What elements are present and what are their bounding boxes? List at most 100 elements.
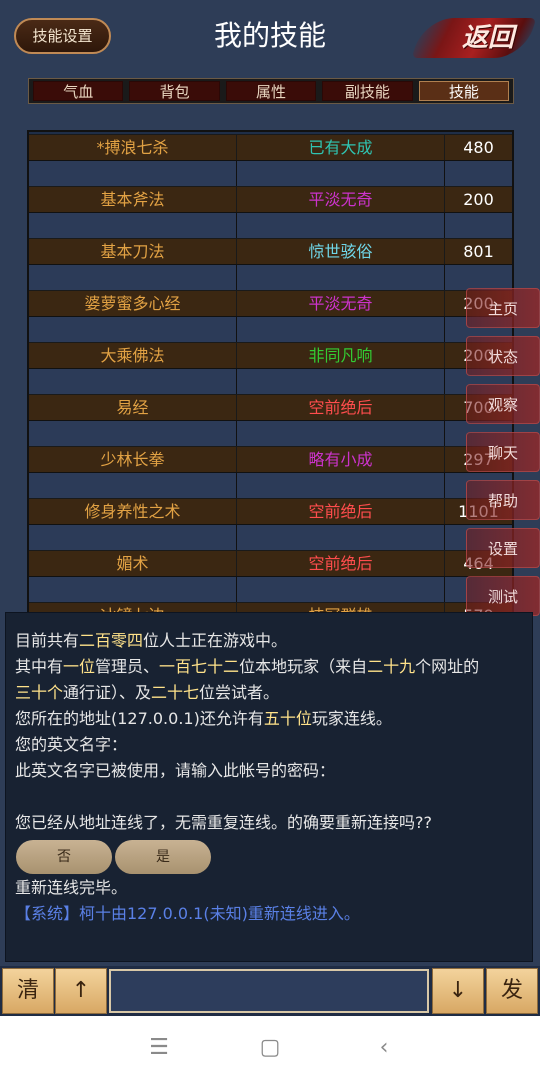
back-button-label: 返回 [461, 23, 514, 53]
nav-test[interactable]: 测试 [466, 576, 540, 616]
skill-row[interactable]: 婆萝蜜多心经平淡无奇200 [29, 290, 512, 316]
yes-button[interactable]: 是 [115, 840, 211, 874]
tab-sub-skills[interactable]: 副技能 [322, 81, 413, 101]
spacer-cell [29, 212, 237, 238]
header-bar: 技能设置 我的技能 返回 [0, 0, 540, 72]
skill-level: 技冠群雄 [237, 602, 445, 612]
skill-row[interactable]: 媚术空前绝后464 [29, 550, 512, 576]
tab-skills[interactable]: 技能 [418, 81, 510, 101]
trial-count: 二十七 [151, 683, 200, 702]
skill-level: 空前绝后 [237, 550, 445, 576]
spacer-cell [29, 316, 237, 342]
skill-name: 基本刀法 [29, 238, 237, 264]
console-line-system: 【系统】柯十由127.0.0.1(未知)重新连线进入。 [15, 904, 360, 923]
text-segment: 其中有 [15, 657, 64, 676]
spacer-cell [29, 420, 237, 446]
skill-row[interactable]: 易经空前绝后700 [29, 394, 512, 420]
text-segment: 通行证）、及 [63, 683, 152, 702]
skill-name: *搏浪七杀 [29, 134, 237, 160]
address-count: 二十九 [367, 657, 416, 676]
spacer-cell [237, 472, 445, 498]
skill-level: 略有小成 [237, 446, 445, 472]
skill-row[interactable]: 少林长拳略有小成297 [29, 446, 512, 472]
system-nav-bar: ☰ ▢ ‹ [0, 1016, 540, 1080]
back-button[interactable]: 返回 [411, 14, 537, 60]
spacer-cell [29, 524, 237, 550]
send-button[interactable]: 发 [486, 968, 538, 1014]
console-line-address: 您所在的地址(127.0.0.1)还允许有五十位玩家连线。 [15, 707, 392, 731]
skill-level: 平淡无奇 [237, 290, 445, 316]
menu-icon[interactable]: ☰ [145, 1034, 173, 1062]
tab-qixue[interactable]: 气血 [33, 81, 124, 101]
tab-bar: 气血 背包 属性 副技能 技能 [28, 78, 514, 104]
skill-name: 修身养性之术 [29, 498, 237, 524]
history-down-button[interactable]: ↓ [432, 968, 484, 1014]
spacer-cell [237, 524, 445, 550]
skill-row[interactable]: 大乘佛法非同凡响200 [29, 342, 512, 368]
console-line-online: 目前共有二百零四位人士正在游戏中。 [15, 629, 287, 653]
nav-observe[interactable]: 观察 [466, 384, 540, 424]
clear-button[interactable]: 清 [2, 968, 54, 1014]
spacer-cell [445, 160, 512, 186]
skill-row-spacer [29, 368, 512, 394]
skill-row[interactable]: 冰镜七边技冠群雄579 [29, 602, 512, 612]
console-line-password: 此英文名字已被使用，请输入此帐号的密码： [15, 761, 336, 780]
nav-chat[interactable]: 聊天 [466, 432, 540, 472]
pass-count: 三十个 [15, 683, 64, 702]
spacer-cell [29, 576, 237, 602]
spacer-cell [29, 264, 237, 290]
skill-value: 480 [445, 134, 512, 160]
nav-help[interactable]: 帮助 [466, 480, 540, 520]
skill-row-spacer [29, 160, 512, 186]
skill-level: 空前绝后 [237, 498, 445, 524]
home-icon[interactable]: ▢ [256, 1034, 284, 1062]
skill-name: 冰镜七边 [29, 602, 237, 612]
skill-level: 惊世骇俗 [237, 238, 445, 264]
skills-table: *搏浪七杀 已有大成 480 基本斧法 平淡无奇 200 基本刀法 惊世骇俗 801 婆萝蜜多心经… [27, 130, 514, 612]
skill-settings-button[interactable]: 技能设置 [14, 18, 111, 54]
tab-attributes[interactable]: 属性 [225, 81, 317, 101]
spacer-cell [445, 264, 512, 290]
skill-row[interactable]: 基本刀法 惊世骇俗 801 [29, 238, 512, 264]
online-count: 二百零四 [79, 631, 144, 650]
history-up-button[interactable]: ↑ [55, 968, 107, 1014]
skill-row[interactable]: 基本斧法 平淡无奇 200 [29, 186, 512, 212]
console-line-admins-2: 三十个通行证）、及二十七位尝试者。 [15, 681, 279, 705]
spacer-cell [29, 472, 237, 498]
message-console[interactable]: ━━━━━━━━━━━━━━━━━━━━━━━━━ 目前共有二百零四位人士正在游… [5, 612, 533, 962]
tab-bag[interactable]: 背包 [129, 81, 220, 101]
nav-home[interactable]: 主页 [466, 288, 540, 328]
command-input[interactable] [109, 969, 429, 1013]
nav-settings[interactable]: 设置 [466, 528, 540, 568]
skill-row-spacer [29, 420, 512, 446]
skill-row-spacer [29, 576, 512, 602]
back-icon[interactable]: ‹ [370, 1034, 398, 1062]
spacer-cell [29, 368, 237, 394]
skill-value: 801 [445, 238, 512, 264]
nav-status[interactable]: 状态 [466, 336, 540, 376]
text-segment: 目前共有 [15, 631, 80, 650]
admin-count: 一位 [63, 657, 96, 676]
input-bar: 清 ↑ ↓ 发 [0, 966, 540, 1016]
skill-value: 200 [445, 186, 512, 212]
skill-name: 少林长拳 [29, 446, 237, 472]
skill-name: 婆萝蜜多心经 [29, 290, 237, 316]
text-segment: 个网址的 [415, 657, 480, 676]
skill-row-spacer [29, 524, 512, 550]
console-line-cut: ━━━━━━━━━━━━━━━━━━━━━━━━━ [15, 613, 256, 623]
spacer-cell [445, 212, 512, 238]
spacer-cell [237, 264, 445, 290]
local-player-count: 一百七十二 [159, 657, 240, 676]
skill-name: 大乘佛法 [29, 342, 237, 368]
text-segment: 玩家连线。 [311, 709, 392, 728]
remaining-slots: 五十位 [263, 709, 312, 728]
skill-row[interactable]: *搏浪七杀 已有大成 480 [29, 134, 512, 160]
console-line-english-name: 您的英文名字： [15, 735, 128, 754]
spacer-cell [29, 160, 237, 186]
skill-row[interactable]: 修身养性之术空前绝后1101 [29, 498, 512, 524]
no-button[interactable]: 否 [16, 840, 112, 874]
spacer-cell [237, 160, 445, 186]
skill-row-spacer [29, 212, 512, 238]
skill-row-spacer [29, 264, 512, 290]
text-segment: 位尝试者。 [199, 683, 280, 702]
